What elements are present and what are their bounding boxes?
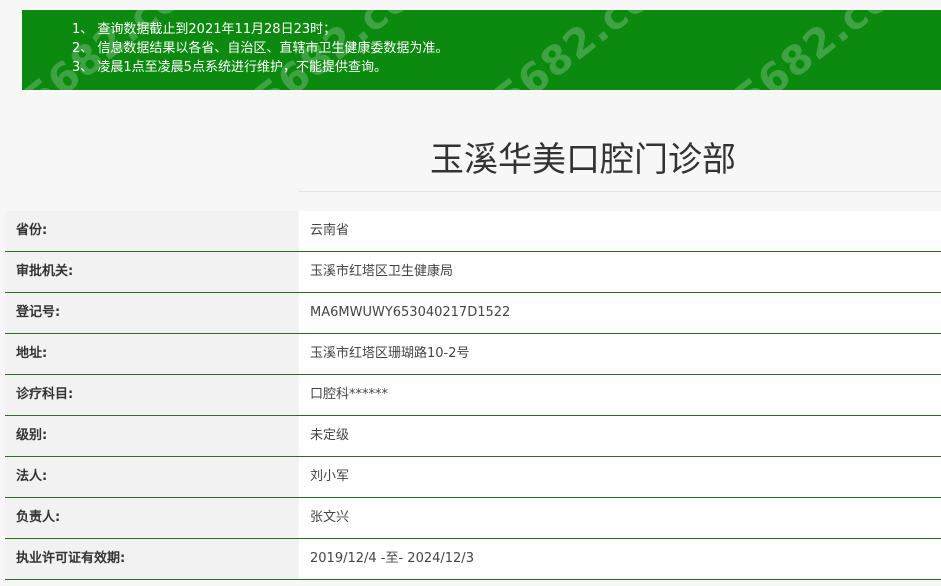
notice-line-3: 3、 凌晨1点至凌晨5点系统进行维护，不能提供查询。	[72, 60, 387, 75]
title-section: 玉溪华美口腔门诊部	[298, 118, 941, 192]
row-value: 玉溪市红塔区卫生健康局	[298, 252, 941, 292]
row-value: 口腔科******	[298, 375, 941, 415]
row-value: 玉溪市红塔区珊瑚路10-2号	[298, 334, 941, 374]
notice-line-2: 2、 信息数据结果以各省、自治区、直辖市卫生健康委数据为准。	[72, 41, 449, 56]
notice-banner: 1、 查询数据截止到2021年11月28日23时； 2、 信息数据结果以各省、自…	[22, 10, 941, 90]
page-title: 玉溪华美口腔门诊部	[430, 140, 736, 180]
row-label: 登记号:	[5, 293, 298, 333]
row-value: MA6MWUWY653040217D1522	[298, 293, 941, 333]
row-label: 地址:	[5, 334, 298, 374]
info-row-address: 地址: 玉溪市红塔区珊瑚路10-2号	[5, 334, 941, 375]
row-value: 2019/12/4 -至- 2024/12/3	[298, 539, 941, 579]
info-row-person-in-charge: 负责人: 张文兴	[5, 498, 941, 539]
info-row-departments: 诊疗科目: 口腔科******	[5, 375, 941, 416]
info-table: 省份: 云南省 审批机关: 玉溪市红塔区卫生健康局 登记号: MA6MWUWY6…	[5, 211, 941, 580]
row-label: 级别:	[5, 416, 298, 456]
info-row-province: 省份: 云南省	[5, 211, 941, 252]
row-label: 诊疗科目:	[5, 375, 298, 415]
row-label: 省份:	[5, 211, 298, 251]
row-value: 刘小军	[298, 457, 941, 497]
row-label: 负责人:	[5, 498, 298, 538]
info-row-registration: 登记号: MA6MWUWY653040217D1522	[5, 293, 941, 334]
info-row-license-validity: 执业许可证有效期: 2019/12/4 -至- 2024/12/3	[5, 539, 941, 580]
row-value: 云南省	[298, 211, 941, 251]
info-row-legal-person: 法人: 刘小军	[5, 457, 941, 498]
row-label: 审批机关:	[5, 252, 298, 292]
row-value: 未定级	[298, 416, 941, 456]
info-row-authority: 审批机关: 玉溪市红塔区卫生健康局	[5, 252, 941, 293]
row-value: 张文兴	[298, 498, 941, 538]
row-label: 法人:	[5, 457, 298, 497]
info-row-level: 级别: 未定级	[5, 416, 941, 457]
row-label: 执业许可证有效期:	[5, 539, 298, 579]
notice-line-1: 1、 查询数据截止到2021年11月28日23时；	[72, 22, 337, 37]
